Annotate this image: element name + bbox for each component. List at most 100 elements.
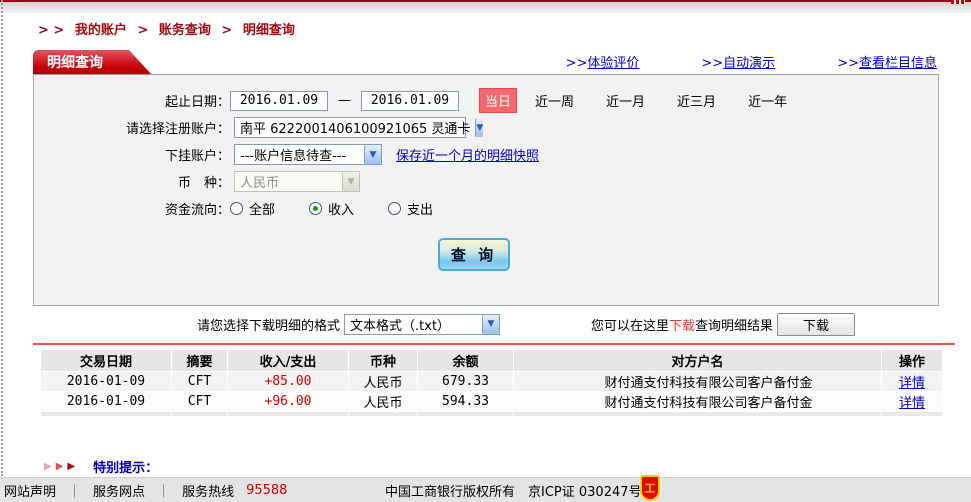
quick-range-links: 近一周 近一月 近三月 近一年 — [535, 91, 787, 110]
cell-summary: CFT — [172, 372, 227, 391]
link-label: 自动演示 — [723, 56, 775, 71]
cell-amount: +96.00 — [228, 392, 348, 411]
flow-option-label: 收入 — [328, 199, 354, 218]
save-snapshot-link[interactable]: 保存近一个月的明细快照 — [396, 145, 539, 164]
transactions-table: 交易日期 摘要 收入/支出 币种 余额 对方户名 操作 2016-01-09 C… — [40, 349, 943, 417]
breadcrumb-item-my-account[interactable]: 我的账户 — [75, 23, 127, 38]
cell-counterparty: 财付通支付科技有限公司客户备付金 — [514, 392, 881, 411]
account-label: 请选择注册账户： — [34, 118, 230, 137]
date-range-label: 起止日期： — [34, 91, 230, 110]
top-gradient-band — [0, 2, 971, 13]
detail-link[interactable]: 详情 — [899, 376, 925, 391]
chevron-down-icon[interactable]: ▼ — [364, 145, 381, 164]
icbc-badge-icon: 工 — [640, 475, 660, 501]
flow-option-label: 支出 — [407, 199, 433, 218]
date-from-input[interactable] — [230, 91, 328, 111]
download-format-label: 请您选择下载明细的格式 — [197, 315, 340, 334]
account-row: 请选择注册账户： 南平 6222001406100921065 灵通卡 ▼ — [34, 114, 938, 141]
download-hint-after: 查询明细结果 — [695, 315, 773, 334]
col-header-summary: 摘要 — [172, 350, 227, 371]
table-bottom-strip — [41, 412, 942, 416]
date-to-input[interactable] — [361, 91, 459, 111]
date-range-row: 起止日期： — 当日 近一周 近一月 近三月 近一年 — [34, 87, 938, 114]
sub-account-select[interactable]: ---账户信息待查--- ▼ — [234, 144, 382, 165]
col-header-action: 操作 — [882, 350, 942, 371]
auto-demo-link[interactable]: >>自动演示 — [701, 52, 775, 71]
currency-row: 币 种： 人民币 ▼ — [34, 168, 938, 195]
date-separator: — — [338, 93, 351, 108]
notice-title: 特别提示： — [93, 457, 158, 476]
fund-flow-row: 资金流向： 全部 收入 支出 — [34, 195, 938, 222]
col-header-date: 交易日期 — [41, 350, 171, 371]
cell-summary: CFT — [172, 392, 227, 411]
flow-radio-2[interactable] — [388, 202, 401, 215]
download-hint-group: 您可以在这里 下载 查询明细结果 下载 — [591, 313, 939, 336]
range-last-year-button[interactable]: 近一年 — [748, 91, 787, 110]
chevron-down-icon: ▼ — [342, 172, 359, 191]
service-hotline-number: 95588 — [246, 483, 287, 498]
breadcrumb-separator: > — [137, 23, 148, 38]
currency-select-value: 人民币 — [235, 172, 284, 191]
range-today-button[interactable]: 当日 — [479, 88, 517, 113]
triangle-arrow-icon: ▶ — [44, 461, 52, 472]
flow-radio-1[interactable] — [309, 202, 322, 215]
left-dotted-border — [1, 0, 3, 476]
corner-artifact — [951, 0, 965, 4]
site-statement-link[interactable]: 网站声明 — [4, 481, 56, 500]
range-last-week-button[interactable]: 近一周 — [535, 91, 574, 110]
cell-counterparty: 财付通支付科技有限公司客户备付金 — [514, 372, 881, 391]
flow-option-income[interactable]: 收入 — [309, 199, 354, 218]
table-row: 2016-01-09 CFT +85.00 人民币 679.33 财付通支付科技… — [41, 372, 942, 391]
cell-date: 2016-01-09 — [41, 372, 171, 391]
link-label: 体验评价 — [587, 56, 639, 71]
table-header-row: 交易日期 摘要 收入/支出 币种 余额 对方户名 操作 — [41, 350, 942, 371]
flow-radio-0[interactable] — [230, 202, 243, 215]
fund-flow-label: 资金流向： — [34, 199, 230, 218]
sub-account-select-value: ---账户信息待查--- — [235, 145, 351, 164]
download-row: 请您选择下载明细的格式 文本格式（.txt） ▼ 您可以在这里 下载 查询明细结… — [33, 309, 939, 339]
query-form-panel: 起止日期： — 当日 近一周 近一月 近三月 近一年 请选择注册账户： 南平 6… — [33, 74, 939, 306]
currency-label: 币 种： — [34, 172, 230, 191]
link-prefix: >> — [701, 56, 723, 71]
triangle-arrow-icon: ▶ — [56, 461, 64, 472]
chevron-down-icon[interactable]: ▼ — [482, 315, 499, 334]
flow-option-all[interactable]: 全部 — [230, 199, 275, 218]
cell-currency: 人民币 — [349, 372, 417, 391]
download-format-value: 文本格式（.txt） — [345, 315, 455, 334]
link-label: 查看栏目信息 — [859, 56, 937, 71]
chevron-down-icon[interactable]: ▼ — [475, 118, 483, 137]
service-outlets-link[interactable]: 服务网点 — [93, 481, 145, 500]
tab-detail-query[interactable]: 明细查询 — [33, 50, 151, 74]
range-last-month-button[interactable]: 近一月 — [606, 91, 645, 110]
detail-link[interactable]: 详情 — [899, 396, 925, 411]
footer-links: 网站声明 ｜ 服务网点 ｜ 服务热线 95588 — [4, 481, 287, 500]
cell-balance: 594.33 — [418, 392, 513, 411]
download-format-select[interactable]: 文本格式（.txt） ▼ — [344, 314, 500, 335]
account-select-value: 南平 6222001406100921065 灵通卡 — [235, 118, 475, 137]
fund-flow-options: 全部 收入 支出 — [230, 199, 433, 218]
flow-option-expense[interactable]: 支出 — [388, 199, 433, 218]
tab-row: 明细查询 >>体验评价 >>自动演示 >>查看栏目信息 — [33, 48, 971, 74]
breadcrumb-prefix: > > — [38, 23, 64, 38]
header-links: >>体验评价 >>自动演示 >>查看栏目信息 — [566, 52, 971, 71]
col-header-amount: 收入/支出 — [228, 350, 348, 371]
range-last-3-months-button[interactable]: 近三月 — [677, 91, 716, 110]
breadcrumb: > > 我的账户 > 账务查询 > 明细查询 — [38, 19, 971, 38]
cell-amount: +85.00 — [228, 372, 348, 391]
cell-balance: 679.33 — [418, 372, 513, 391]
query-button[interactable]: 查 询 — [438, 238, 510, 271]
view-column-info-link[interactable]: >>查看栏目信息 — [837, 52, 937, 71]
col-header-balance: 余额 — [418, 350, 513, 371]
breadcrumb-separator: > — [221, 23, 232, 38]
download-button[interactable]: 下载 — [777, 313, 855, 336]
col-header-counterparty: 对方户名 — [514, 350, 881, 371]
download-format-group: 请您选择下载明细的格式 文本格式（.txt） ▼ — [197, 314, 500, 335]
experience-rating-link[interactable]: >>体验评价 — [566, 52, 640, 71]
col-header-currency: 币种 — [349, 350, 417, 371]
account-select[interactable]: 南平 6222001406100921065 灵通卡 ▼ — [234, 117, 466, 138]
breadcrumb-item-account-query[interactable]: 账务查询 — [159, 23, 211, 38]
table-row: 2016-01-09 CFT +96.00 人民币 594.33 财付通支付科技… — [41, 392, 942, 411]
link-prefix: >> — [837, 56, 859, 71]
service-hotline-label: 服务热线 — [182, 481, 234, 500]
download-hint-before: 您可以在这里 — [591, 315, 669, 334]
